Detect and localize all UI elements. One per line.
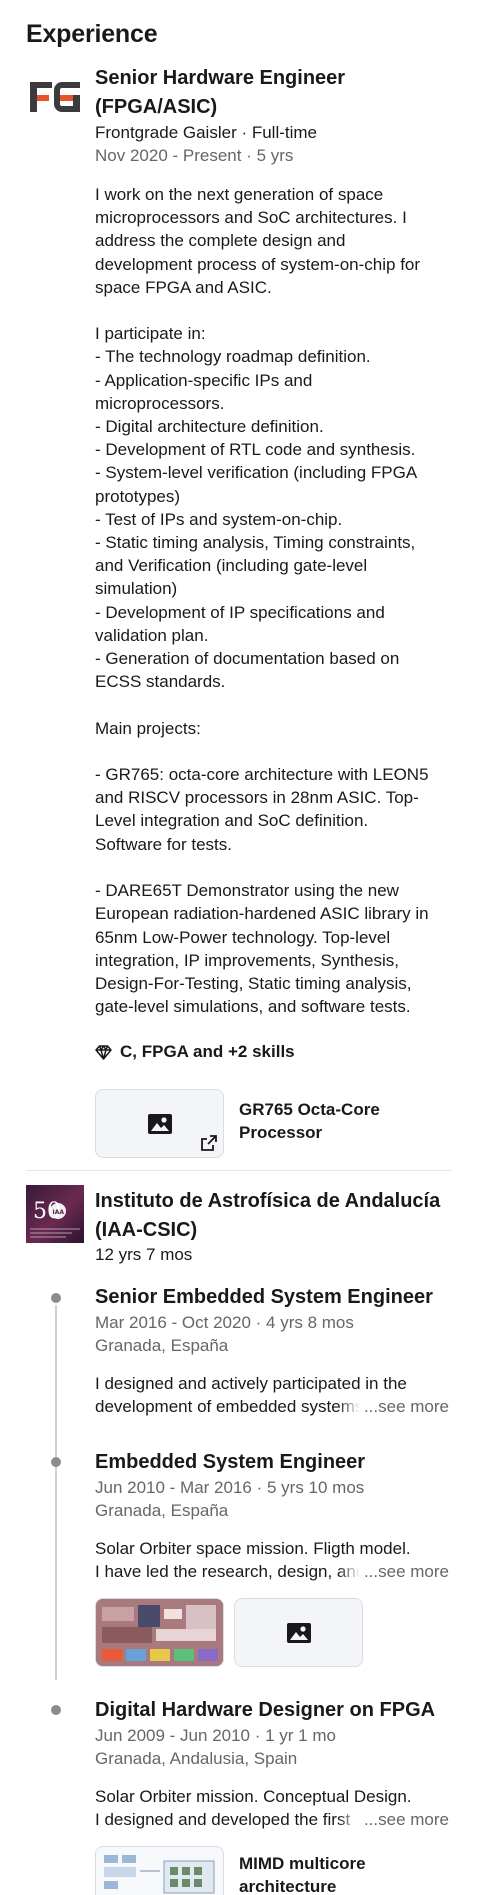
media-thumbnail[interactable] — [95, 1089, 224, 1158]
role-dates: Mar 2016 - Oct 2020 · 4 yrs 8 mos — [95, 1313, 354, 1332]
role-description-line-1: I designed and actively participated in … — [95, 1374, 407, 1393]
skills-text: C, FPGA and +2 skills — [120, 1042, 295, 1061]
external-link-icon — [201, 1135, 217, 1151]
role-description-line-1: Solar Orbiter space mission. Fligth mode… — [95, 1539, 411, 1558]
iaa-logo-icon: 50 IAA — [30, 1199, 80, 1238]
company-duration: 12 yrs 7 mos — [95, 1245, 193, 1264]
media-title-line-1: GR765 Octa-Core — [239, 1100, 380, 1119]
fg-logo-icon — [30, 82, 80, 112]
job-description: I work on the next generation of space m… — [95, 185, 429, 1017]
media-title-line-1: MIMD multicore — [239, 1854, 366, 1873]
see-more-button[interactable]: ...see more — [337, 1808, 449, 1831]
role-title[interactable]: Embedded System Engineer — [95, 1449, 365, 1475]
svg-text:IAA: IAA — [53, 1209, 65, 1216]
role-location: Granada, España — [95, 1501, 229, 1520]
job-title-line-1: Senior Hardware Engineer — [95, 67, 346, 89]
diamond-icon — [95, 1044, 112, 1060]
role-title[interactable]: Digital Hardware Designer on FPGA — [95, 1697, 435, 1723]
job-dates: Nov 2020 - Present · 5 yrs — [95, 146, 294, 165]
media-thumbnail-architecture[interactable] — [95, 1846, 224, 1895]
company-employment-type: Frontgrade Gaisler · Full-time — [95, 123, 318, 142]
media-thumbnail-diagram[interactable] — [95, 1598, 224, 1667]
skills-row[interactable]: C, FPGA and +2 skills — [95, 1042, 295, 1062]
frontgrade-gaisler-logo[interactable] — [26, 68, 84, 126]
timeline-dot — [51, 1293, 61, 1303]
see-more-button[interactable]: ...see more — [337, 1395, 449, 1418]
divider — [26, 1170, 452, 1171]
media-title-line-2: architecture — [239, 1877, 337, 1895]
iaa-csic-logo[interactable]: 50 IAA — [26, 1185, 84, 1243]
media-title[interactable]: MIMD multicore architecture — [239, 1852, 366, 1895]
timeline-line — [55, 1305, 57, 1680]
role-location: Granada, España — [95, 1336, 229, 1355]
company-name-line-2: (IAA-CSIC) — [95, 1219, 198, 1241]
diagram-thumbnail-icon — [96, 1599, 223, 1666]
role-location: Granada, Andalusia, Spain — [95, 1749, 298, 1768]
image-icon — [147, 1113, 172, 1134]
media-title-line-2: Processor — [239, 1123, 323, 1142]
role-dates: Jun 2010 - Mar 2016 · 5 yrs 10 mos — [95, 1478, 365, 1497]
company-name[interactable]: Instituto de Astrofísica de Andalucía (I… — [95, 1187, 455, 1245]
architecture-diagram-icon — [96, 1847, 223, 1895]
timeline-dot — [51, 1457, 61, 1467]
company-name-line-1: Instituto de Astrofísica de Andalucía — [95, 1190, 441, 1212]
job-title[interactable]: Senior Hardware Engineer (FPGA/ASIC) — [95, 64, 345, 122]
role-title[interactable]: Senior Embedded System Engineer — [95, 1284, 433, 1310]
role-dates: Jun 2009 - Jun 2010 · 1 yr 1 mo — [95, 1726, 336, 1745]
job-title-line-2: (FPGA/ASIC) — [95, 96, 218, 118]
section-title: Experience — [26, 20, 158, 48]
media-title[interactable]: GR765 Octa-Core Processor — [239, 1098, 380, 1144]
image-icon — [286, 1622, 311, 1643]
media-thumbnail[interactable] — [234, 1598, 363, 1667]
see-more-button[interactable]: ...see more — [337, 1560, 449, 1583]
role-description-line-1: Solar Orbiter mission. Conceptual Design… — [95, 1787, 412, 1806]
timeline-dot — [51, 1705, 61, 1715]
